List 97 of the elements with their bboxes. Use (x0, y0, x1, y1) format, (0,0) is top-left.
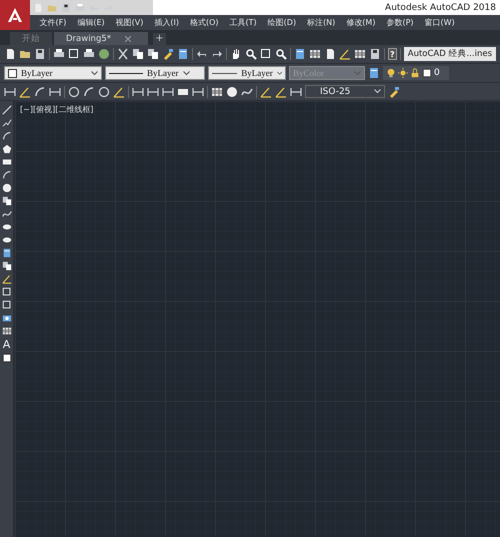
dimension-icon[interactable] (132, 86, 144, 98)
menu-item[interactable]: 标注(N) (302, 17, 341, 28)
dimension-icon[interactable] (49, 86, 61, 98)
menu-item[interactable]: 格式(O) (184, 17, 224, 28)
chevron-icon (354, 70, 361, 76)
angle-icon[interactable] (339, 48, 351, 60)
panel-icon[interactable] (368, 67, 380, 79)
arc-icon[interactable] (2, 170, 12, 180)
close-icon[interactable] (125, 36, 132, 42)
new-document-icon[interactable] (324, 48, 336, 60)
line-icon[interactable] (2, 105, 12, 115)
brush-icon[interactable] (162, 48, 174, 60)
zoom-window-icon[interactable] (68, 48, 80, 60)
color-swatch-icon (8, 68, 17, 78)
arc-icon[interactable] (83, 86, 95, 98)
dimension-style-dropdown[interactable]: ISO-25 (305, 85, 385, 98)
text-tool-button[interactable]: A (2, 339, 10, 350)
menu-item[interactable]: 工具(T) (224, 17, 262, 28)
line-sample-icon (109, 72, 143, 74)
menu-item[interactable]: 绘图(D) (262, 17, 302, 28)
circle-icon[interactable] (68, 86, 80, 98)
sun-icon[interactable] (398, 68, 408, 78)
angle-icon[interactable] (113, 86, 125, 98)
dimension-icon[interactable] (147, 86, 159, 98)
window-title: Autodesk AutoCAD 2018 (385, 2, 496, 12)
dimension-icon[interactable] (290, 86, 302, 98)
menu-item[interactable]: 文件(F) (34, 17, 72, 28)
dimension-icon[interactable] (192, 86, 204, 98)
layer-dropdown[interactable]: 0 (383, 66, 449, 80)
zoom-icon[interactable] (245, 48, 257, 60)
property-dropdown[interactable]: ByLayer (4, 66, 102, 80)
arc-icon[interactable] (34, 86, 46, 98)
dimension-icon[interactable] (162, 86, 174, 98)
panel-icon[interactable] (2, 248, 12, 258)
angle-icon[interactable] (19, 86, 31, 98)
zoom-window-icon[interactable] (260, 48, 272, 60)
chevron-icon (182, 70, 190, 76)
workspace-dropdown[interactable]: AutoCAD 经典...ines (404, 47, 496, 61)
polyline-icon[interactable] (2, 118, 12, 128)
new-document-icon[interactable] (4, 48, 16, 60)
color-swatch-icon[interactable] (422, 68, 432, 78)
copy-icon[interactable] (147, 48, 159, 60)
circle-icon[interactable] (98, 86, 110, 98)
letter-a-logo-icon (7, 7, 23, 23)
table-icon[interactable] (2, 326, 12, 336)
arc-icon[interactable] (2, 131, 12, 141)
chevron-icon (276, 70, 282, 76)
menu-item[interactable]: 参数(P) (380, 17, 420, 28)
table-icon[interactable] (309, 48, 321, 60)
panel-icon[interactable] (177, 48, 189, 60)
save-icon[interactable] (61, 2, 71, 12)
redo-icon[interactable] (211, 48, 223, 60)
disc-icon[interactable] (2, 183, 12, 193)
chevron-icon (91, 70, 98, 76)
menu-item[interactable]: 编辑(E) (72, 17, 110, 28)
help-button[interactable]: ? (388, 48, 397, 60)
drawing-canvas[interactable]: [−][俯视][二维线框] (15, 101, 500, 537)
chevron-icon (374, 89, 381, 94)
menu-item[interactable]: 窗口(W) (419, 17, 460, 28)
globe-icon[interactable] (98, 48, 110, 60)
printer-icon[interactable] (53, 48, 65, 60)
spline-icon[interactable] (2, 209, 12, 219)
viewport-label[interactable]: [−][俯视][二维线框] (20, 104, 94, 115)
save-icon[interactable] (369, 48, 381, 60)
dimension-icon[interactable] (4, 86, 16, 98)
scissors-icon[interactable] (117, 48, 129, 60)
menu-item[interactable]: 插入(I) (148, 17, 184, 28)
app-logo[interactable] (0, 0, 30, 30)
table-icon[interactable] (211, 86, 223, 98)
copy-icon[interactable] (2, 196, 12, 206)
angle-icon[interactable] (260, 86, 272, 98)
angle-icon[interactable] (2, 274, 12, 284)
folder-icon[interactable] (19, 48, 31, 60)
color-swatch-icon[interactable] (2, 353, 12, 363)
printer-icon[interactable] (83, 48, 95, 60)
polygon-icon[interactable] (2, 144, 12, 154)
disc-icon[interactable] (226, 86, 238, 98)
menu-item[interactable]: 视图(V) (110, 17, 149, 28)
new-tab-button[interactable]: + (153, 33, 166, 45)
zoom-icon[interactable] (275, 48, 287, 60)
camera-icon[interactable] (2, 313, 12, 323)
copy-icon[interactable] (132, 48, 144, 60)
property-dropdown[interactable]: ByLayer (105, 66, 205, 80)
panel-icon[interactable] (294, 48, 306, 60)
copy-icon[interactable] (2, 261, 12, 271)
angle-icon[interactable] (275, 86, 287, 98)
rectangle-icon[interactable] (2, 157, 12, 167)
line-sample-icon (212, 72, 238, 74)
hand-icon[interactable] (230, 48, 242, 60)
save-icon[interactable] (34, 48, 46, 60)
brush-icon[interactable] (388, 86, 400, 98)
lock-icon[interactable] (410, 68, 420, 78)
bulb-icon[interactable] (386, 68, 396, 78)
menu-item[interactable]: 修改(M) (340, 17, 381, 28)
property-dropdown[interactable]: ByLayer (208, 66, 286, 80)
file-tab[interactable]: Drawing5* (54, 32, 148, 45)
table-icon[interactable] (354, 48, 366, 60)
